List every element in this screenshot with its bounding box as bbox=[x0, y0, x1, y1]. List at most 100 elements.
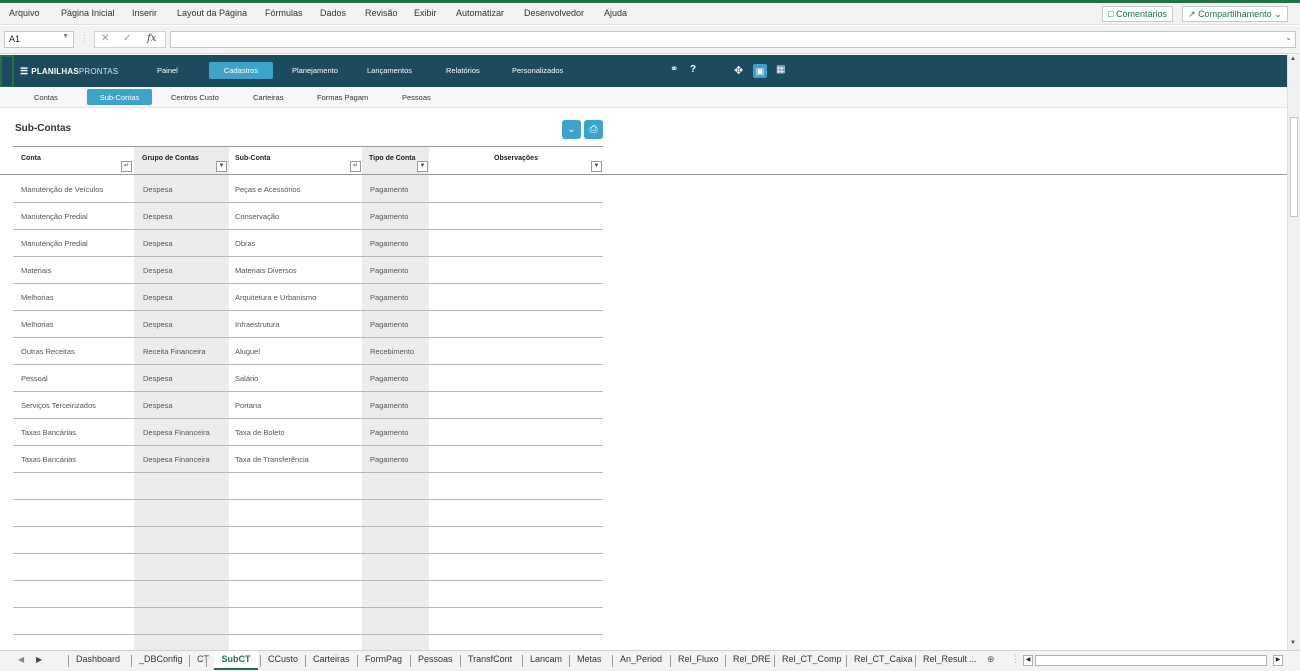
subnav-pessoas[interactable]: Pessoas bbox=[402, 93, 431, 102]
table-cell[interactable]: Despesa bbox=[143, 185, 173, 194]
sheet-tab-active[interactable]: SubCT bbox=[214, 651, 258, 670]
filter-icon[interactable]: ↵ bbox=[121, 161, 132, 172]
menu-formulas[interactable]: Fórmulas bbox=[265, 8, 303, 18]
table-cell[interactable]: Pagamento bbox=[370, 266, 408, 275]
table-cell[interactable]: Taxa de Boleto bbox=[235, 428, 285, 437]
menu-dados[interactable]: Dados bbox=[320, 8, 346, 18]
table-row[interactable] bbox=[13, 473, 603, 500]
nav-cadastros[interactable]: Cadastros bbox=[209, 62, 273, 79]
share-button[interactable]: ↗ Compartilhamento ⌄ bbox=[1182, 6, 1288, 22]
table-cell[interactable]: Despesa Financeira bbox=[143, 428, 210, 437]
table-row[interactable] bbox=[13, 554, 603, 581]
nav-painel[interactable]: Painel bbox=[157, 66, 178, 75]
vertical-scrollbar[interactable]: ▲ ▼ bbox=[1287, 55, 1300, 650]
table-cell[interactable]: Manutenção Predial bbox=[21, 239, 88, 248]
table-cell[interactable]: Aluguel bbox=[235, 347, 260, 356]
table-cell[interactable]: Pagamento bbox=[370, 455, 408, 464]
table-row[interactable]: Manutenção Predial Despesa Conservação Paga… bbox=[13, 203, 603, 230]
move-icon[interactable]: ✥ bbox=[734, 64, 743, 77]
subnav-centros-custo[interactable]: Centros Custo bbox=[171, 93, 219, 102]
more-tabs[interactable]: ... bbox=[969, 654, 977, 664]
filter-icon[interactable]: ▼ bbox=[216, 161, 227, 172]
table-row[interactable] bbox=[13, 527, 603, 554]
filter-icon[interactable]: ▼ bbox=[417, 161, 428, 172]
table-row[interactable] bbox=[13, 581, 603, 608]
sheet-tab[interactable]: Carteiras bbox=[313, 654, 350, 664]
table-cell[interactable]: Manutenção de Veículos bbox=[21, 185, 103, 194]
table-row[interactable]: Serviços Terceirizados Despesa Portaria Pag… bbox=[13, 392, 603, 419]
grid-icon[interactable]: ▦ bbox=[776, 64, 785, 75]
table-cell[interactable]: Pagamento bbox=[370, 320, 408, 329]
prev-sheet-icon[interactable]: ◀ bbox=[18, 655, 24, 664]
expand-formula-icon[interactable]: ⌄ bbox=[1285, 33, 1292, 42]
menu-pagina-inicial[interactable]: Página Inicial bbox=[61, 8, 115, 18]
horizontal-scrollbar[interactable] bbox=[1035, 655, 1267, 666]
sheet-tab[interactable]: Metas bbox=[577, 654, 602, 664]
table-row[interactable]: Manutenção Predial Despesa Obras Pagamento bbox=[13, 230, 603, 257]
help-icon[interactable]: ? bbox=[690, 64, 696, 75]
table-cell[interactable]: Obras bbox=[235, 239, 255, 248]
table-cell[interactable]: Taxa de Transferência bbox=[235, 455, 309, 464]
table-cell[interactable]: Pagamento bbox=[370, 185, 408, 194]
table-cell[interactable]: Pagamento bbox=[370, 293, 408, 302]
next-sheet-icon[interactable]: ▶ bbox=[36, 655, 42, 664]
table-cell[interactable]: Despesa Financeira bbox=[143, 455, 210, 464]
menu-arquivo[interactable]: Arquivo bbox=[9, 8, 40, 18]
add-sheet-icon[interactable]: ⊕ bbox=[987, 654, 995, 665]
table-cell[interactable]: Melhorias bbox=[21, 320, 54, 329]
sheet-tab[interactable]: Rel_CT_Comp bbox=[782, 654, 842, 664]
sheet-tab[interactable]: Lancam bbox=[530, 654, 562, 664]
nav-lancamentos[interactable]: Lançamentos bbox=[367, 66, 412, 75]
link-icon[interactable]: ⚭ bbox=[670, 64, 678, 75]
menu-automatizar[interactable]: Automatizar bbox=[456, 8, 504, 18]
table-cell[interactable]: Pagamento bbox=[370, 401, 408, 410]
table-row[interactable]: Taxas Bancárias Despesa Financeira Taxa de… bbox=[13, 419, 603, 446]
table-cell[interactable]: Despesa bbox=[143, 401, 173, 410]
table-row[interactable]: Materiais Despesa Materiais Diversos Pagame… bbox=[13, 257, 603, 284]
sheet-tab[interactable]: An_Period bbox=[620, 654, 662, 664]
table-cell[interactable]: Taxas Bancárias bbox=[21, 428, 76, 437]
table-cell[interactable]: Conservação bbox=[235, 212, 279, 221]
table-row[interactable] bbox=[13, 500, 603, 527]
table-cell[interactable]: Taxas Bancárias bbox=[21, 455, 76, 464]
sheet-tab[interactable]: FormPag bbox=[365, 654, 402, 664]
sheet-tab[interactable]: Rel_Fluxo bbox=[678, 654, 719, 664]
table-cell[interactable]: Despesa bbox=[143, 320, 173, 329]
scroll-left-icon[interactable]: ◀ bbox=[1023, 655, 1033, 666]
table-cell[interactable]: Arquitetura e Urbanismo bbox=[235, 293, 316, 302]
table-cell[interactable]: Peças e Acessórios bbox=[235, 185, 300, 194]
table-cell[interactable]: Pagamento bbox=[370, 428, 408, 437]
table-cell[interactable]: Despesa bbox=[143, 374, 173, 383]
nav-planejamento[interactable]: Planejamento bbox=[292, 66, 338, 75]
sheet-tab[interactable]: Pessoas bbox=[418, 654, 453, 664]
name-box[interactable]: A1 ▼ bbox=[4, 31, 74, 48]
table-cell[interactable]: Serviços Terceirizados bbox=[21, 401, 96, 410]
table-cell[interactable]: Receita Financeira bbox=[143, 347, 206, 356]
chevron-down-icon[interactable]: ▼ bbox=[62, 33, 69, 40]
table-cell[interactable]: Melhorias bbox=[21, 293, 54, 302]
sheet-tab[interactable]: Rel_CT_Caixa bbox=[854, 654, 913, 664]
sheet-tab[interactable]: Dashboard bbox=[76, 654, 120, 664]
table-row[interactable]: Taxas Bancárias Despesa Financeira Taxa de… bbox=[13, 446, 603, 473]
subnav-carteiras[interactable]: Carteiras bbox=[253, 93, 283, 102]
table-cell[interactable]: Pagamento bbox=[370, 239, 408, 248]
table-cell[interactable]: Despesa bbox=[143, 293, 173, 302]
subnav-contas[interactable]: Contas bbox=[34, 93, 58, 102]
table-cell[interactable]: Manutenção Predial bbox=[21, 212, 88, 221]
sheet-tab[interactable]: Rel_Result bbox=[923, 654, 967, 664]
menu-inserir[interactable]: Inserir bbox=[132, 8, 157, 18]
sheet-tab[interactable]: TransfCont bbox=[468, 654, 512, 664]
scroll-right-icon[interactable]: ▶ bbox=[1273, 655, 1283, 666]
table-cell[interactable]: Materiais bbox=[21, 266, 51, 275]
scroll-up-icon[interactable]: ▲ bbox=[1290, 56, 1296, 62]
subnav-formas-pagam[interactable]: Formas Pagam bbox=[317, 93, 368, 102]
table-cell[interactable]: Recebimento bbox=[370, 347, 414, 356]
nav-personalizados[interactable]: Personalizados bbox=[512, 66, 563, 75]
table-cell[interactable]: Pagamento bbox=[370, 212, 408, 221]
nav-relatorios[interactable]: Relatórios bbox=[446, 66, 480, 75]
table-row[interactable]: Melhorias Despesa Arquitetura e Urbanismo P… bbox=[13, 284, 603, 311]
table-row[interactable]: Outras Receitas Receita Financeira Aluguel… bbox=[13, 338, 603, 365]
table-cell[interactable]: Pagamento bbox=[370, 374, 408, 383]
table-cell[interactable]: Despesa bbox=[143, 212, 173, 221]
confirm-icon[interactable]: ✓ bbox=[123, 33, 131, 44]
